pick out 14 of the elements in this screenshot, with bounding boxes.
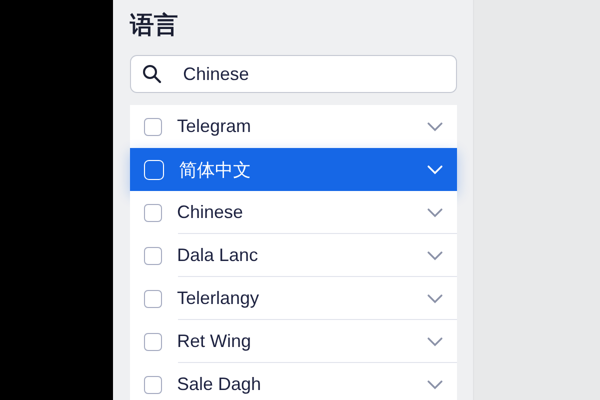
chevron-down-icon[interactable] [427,336,443,346]
checkbox[interactable] [144,332,162,350]
checkbox[interactable] [144,246,162,264]
panel-title: 语言 [130,11,178,41]
chevron-down-icon[interactable] [427,380,443,390]
chevron-down-icon[interactable] [427,294,443,304]
checkbox[interactable] [144,376,162,394]
search-field[interactable]: Chinese [130,55,457,93]
chevron-down-icon[interactable] [427,250,443,260]
checkbox[interactable] [144,204,162,222]
chevron-down-icon[interactable] [427,208,443,218]
checkbox[interactable] [144,290,162,308]
chevron-down-icon[interactable] [427,122,443,132]
checkbox[interactable] [144,118,162,136]
